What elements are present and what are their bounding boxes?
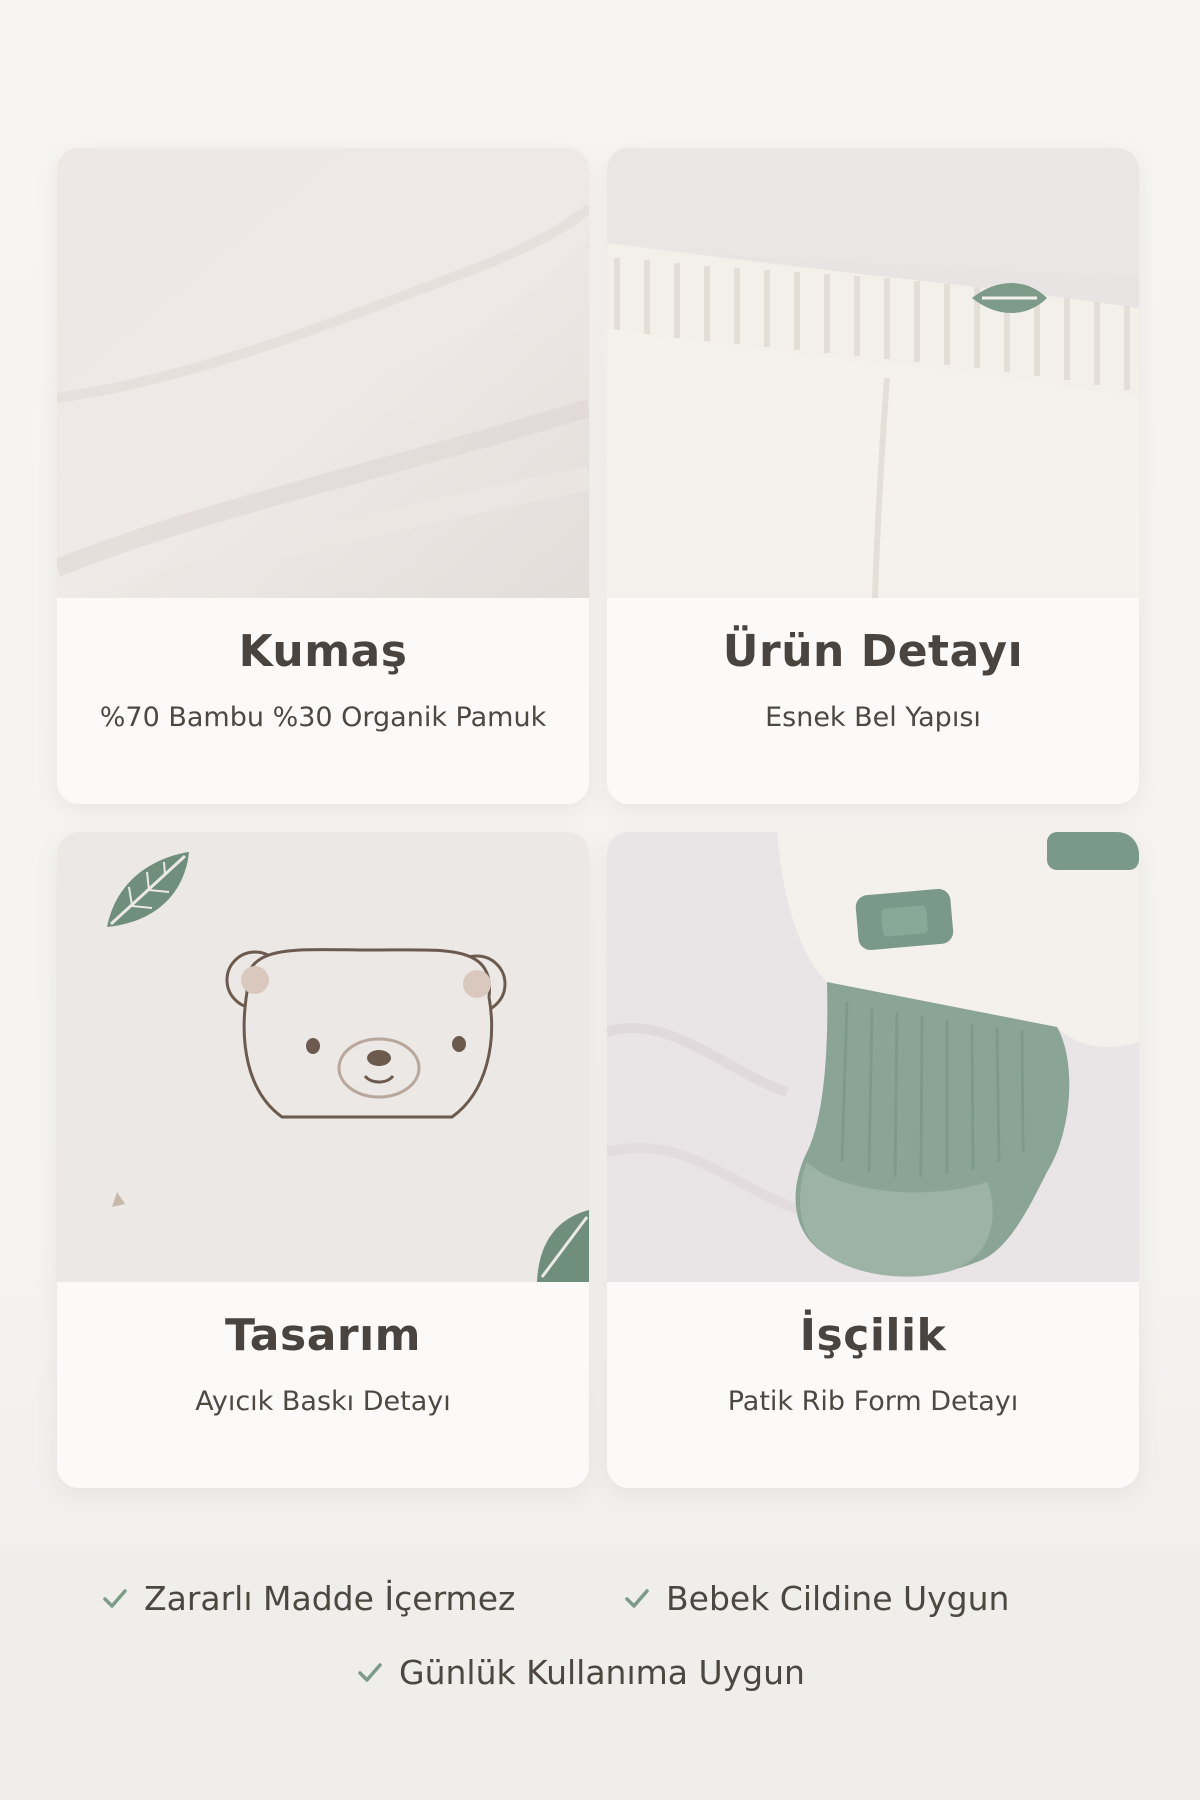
- elastic-waistband-image: [607, 148, 1139, 598]
- feature-label: Bebek Cildine Uygun: [666, 1578, 1010, 1618]
- card-subtitle: Ayıcık Baskı Detayı: [195, 1386, 451, 1417]
- card-subtitle: Patik Rib Form Detayı: [727, 1386, 1019, 1417]
- check-icon: [103, 1589, 127, 1608]
- check-icon: [358, 1663, 382, 1682]
- card-caption: Tasarım Ayıcık Baskı Detayı: [57, 1282, 589, 1488]
- feature-label: Zararlı Madde İçermez: [144, 1578, 516, 1618]
- card-title: Ürün Detayı: [722, 626, 1024, 677]
- card-caption: Kumaş %70 Bambu %30 Organik Pamuk: [57, 598, 589, 804]
- feature-baby-skin-friendly: Bebek Cildine Uygun: [622, 1576, 1009, 1620]
- feature-card-design: Tasarım Ayıcık Baskı Detayı: [57, 832, 589, 1488]
- feature-card-workmanship: İşçilik Patik Rib Form Detayı: [607, 832, 1139, 1488]
- feature-card-fabric: Kumaş %70 Bambu %30 Organik Pamuk: [57, 148, 589, 804]
- card-subtitle: %70 Bambu %30 Organik Pamuk: [99, 702, 547, 733]
- card-subtitle: Esnek Bel Yapısı: [765, 702, 981, 733]
- card-caption: İşçilik Patik Rib Form Detayı: [607, 1282, 1139, 1488]
- card-title: Kumaş: [238, 626, 408, 677]
- feature-no-harmful-substances: Zararlı Madde İçermez: [100, 1576, 515, 1620]
- card-caption: Ürün Detayı Esnek Bel Yapısı: [607, 598, 1139, 804]
- bear-face-icon: [225, 948, 507, 1119]
- fabric-closeup-image: [57, 148, 589, 598]
- feature-daily-use: Günlük Kullanıma Uygun: [355, 1650, 805, 1694]
- check-icon: [625, 1589, 649, 1608]
- card-title: İşçilik: [799, 1310, 947, 1361]
- card-title: Tasarım: [224, 1310, 422, 1361]
- bear-print-image: [57, 832, 589, 1282]
- feature-label: Günlük Kullanıma Uygun: [399, 1652, 805, 1692]
- feature-card-product-detail: Ürün Detayı Esnek Bel Yapısı: [607, 148, 1139, 804]
- rib-footie-image: [607, 832, 1139, 1282]
- page: Kumaş %70 Bambu %30 Organik Pamuk Ürün D…: [0, 0, 1200, 1800]
